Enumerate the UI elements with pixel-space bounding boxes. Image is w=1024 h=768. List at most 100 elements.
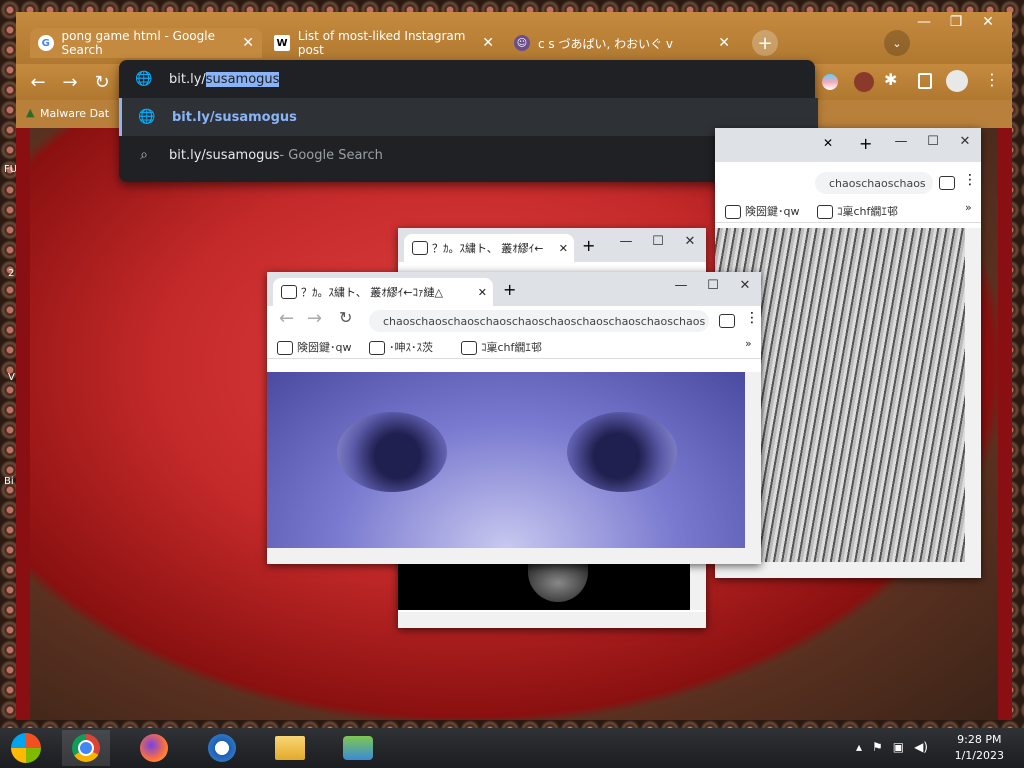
tab-label: ？ｶ。ｽ繍ト、 叢ｵ繆ｲ←	[432, 242, 544, 255]
maximize-button[interactable]: ❐	[940, 12, 972, 32]
vertical-scrollbar[interactable]	[965, 228, 981, 562]
bookmark-item[interactable]: 険圀鍵･qw	[725, 203, 799, 219]
bookmark-item[interactable]: Malware Dat	[40, 107, 109, 120]
browser-tab-strip: G pong game html - Google Search ✕ W Lis…	[16, 12, 1012, 64]
extension-icon[interactable]	[822, 74, 838, 90]
dark-sphere-image	[398, 564, 690, 610]
more-menu-icon[interactable]: ⋮	[984, 70, 1000, 89]
bookmark-item[interactable]: ･呻ｽ･ｽ茨	[369, 339, 433, 355]
tab-label: ？ｶ。ｽ繍ト、 叢ｵ繆ｲ←ｺｧ縺△	[301, 286, 443, 299]
minimize-button[interactable]: —	[908, 12, 940, 32]
show-hidden-icons-icon[interactable]: ▴	[856, 740, 862, 754]
close-icon[interactable]: ✕	[478, 286, 487, 299]
side-panel-icon[interactable]	[918, 73, 932, 89]
right-eye	[567, 412, 677, 492]
new-tab-button[interactable]: +	[582, 236, 595, 255]
face-icon	[461, 341, 477, 355]
face-icon	[369, 341, 385, 355]
address-text-selected: susamogus	[205, 71, 280, 87]
bookmark-item[interactable]: ｺ稟chf繝ｴ邨	[461, 339, 542, 355]
minimize-button[interactable]: —	[610, 228, 642, 254]
leaf-icon: ▲	[26, 106, 35, 119]
popup-tab[interactable]: ？ｶ。ｽ繍ト、 叢ｵ繆ｲ←ｺｧ縺△ ✕	[273, 278, 493, 306]
more-menu-icon[interactable]: ⋮	[745, 310, 759, 326]
face-icon	[277, 341, 293, 355]
tab-search-button[interactable]: ⌄	[884, 30, 910, 56]
back-button[interactable]: ←	[279, 308, 294, 329]
account-avatar[interactable]	[946, 70, 968, 92]
forward-button[interactable]: →	[58, 70, 82, 94]
bookmark-item[interactable]: 険圀鍵･qw	[277, 339, 351, 355]
tab-wikipedia[interactable]: W List of most-liked Instagram post ✕	[266, 28, 502, 58]
taskbar-internet-explorer[interactable]	[198, 730, 246, 766]
close-button[interactable]: ✕	[949, 128, 981, 154]
tab-anime[interactable]: ☺ c s づあぱい, わおいぐ v ✕	[506, 28, 738, 58]
popup-address-bar[interactable]: chaoschaoschaos	[815, 172, 933, 194]
anime-avatar-icon: ☺	[514, 35, 530, 51]
address-input[interactable]: 🌐 bit.ly/susamogus	[119, 60, 815, 98]
left-eye	[337, 412, 447, 492]
maximize-button[interactable]: ☐	[642, 228, 674, 254]
bookmark-item[interactable]: ｺ稟chf繝ｴ邨	[817, 203, 898, 219]
horizontal-scrollbar[interactable]	[398, 612, 706, 628]
minimize-button[interactable]: —	[885, 128, 917, 154]
chevron-right-icon[interactable]: »	[965, 201, 972, 214]
close-button[interactable]: ✕	[729, 272, 761, 298]
globe-icon: 🌐	[135, 71, 153, 87]
taskbar-file-explorer[interactable]	[266, 730, 314, 766]
google-icon: G	[38, 35, 54, 51]
more-menu-icon[interactable]: ⋮	[963, 172, 977, 188]
tab-google-search[interactable]: G pong game html - Google Search ✕	[30, 28, 262, 58]
reload-button[interactable]: ↻	[90, 70, 114, 94]
face-icon	[281, 285, 297, 299]
search-icon: ⌕	[140, 147, 148, 163]
profile-extension-icon[interactable]	[854, 72, 874, 92]
popup-window-front[interactable]: ？ｶ。ｽ繍ト、 叢ｵ繆ｲ←ｺｧ縺△ ✕ + — ☐ ✕ ← → ↻ chaosc…	[267, 272, 761, 564]
vertical-scrollbar[interactable]	[745, 372, 761, 548]
popup-tab-strip: ？ｶ。ｽ繍ト、 叢ｵ繆ｲ←ｺｧ縺△ ✕ + — ☐ ✕	[267, 272, 761, 306]
taskbar-firefox[interactable]	[130, 730, 178, 766]
system-clock[interactable]: 9:28 PM 1/1/2023	[955, 732, 1004, 764]
new-tab-button[interactable]: +	[859, 134, 872, 153]
volume-icon[interactable]: ◀)	[914, 740, 928, 754]
close-icon[interactable]: ✕	[718, 35, 730, 51]
wikipedia-icon: W	[274, 35, 290, 51]
extension-face-icon[interactable]	[719, 314, 735, 328]
puzzle-icon[interactable]: ✱	[884, 70, 897, 89]
network-icon[interactable]: ▣	[893, 740, 904, 754]
omnibox-suggestion[interactable]: ⌕ bit.ly/susamogus - Google Search	[119, 136, 815, 174]
close-icon[interactable]: ✕	[823, 136, 833, 150]
close-icon[interactable]: ✕	[482, 35, 494, 51]
popup-bookmarks-bar: 険圀鍵･qw ｺ稟chf繝ｴ邨 »	[715, 198, 981, 223]
extension-face-icon[interactable]	[939, 176, 955, 190]
desktop-label[interactable]: V	[8, 372, 15, 383]
reload-button[interactable]: ↻	[339, 308, 352, 327]
maximize-button[interactable]: ☐	[917, 128, 949, 154]
flag-icon[interactable]: ⚑	[872, 740, 883, 754]
close-button[interactable]: ✕	[674, 228, 706, 254]
new-tab-button[interactable]: +	[503, 280, 516, 299]
clock-date: 1/1/2023	[954, 749, 1004, 762]
taskbar-chrome[interactable]	[62, 730, 110, 766]
minimize-button[interactable]: —	[665, 272, 697, 298]
close-icon[interactable]: ✕	[559, 242, 568, 255]
taskbar-network-app[interactable]	[334, 730, 382, 766]
popup-tab[interactable]: ？ｶ。ｽ繍ト、 叢ｵ繆ｲ← ✕	[404, 234, 574, 262]
chevron-right-icon[interactable]: »	[745, 337, 752, 350]
new-tab-button[interactable]: +	[752, 30, 778, 56]
desktop-label[interactable]: Bi	[4, 476, 14, 487]
back-button[interactable]: ←	[26, 70, 50, 94]
windows-orb-icon	[11, 733, 41, 763]
close-icon[interactable]: ✕	[242, 35, 254, 51]
horizontal-scrollbar[interactable]	[267, 548, 761, 564]
popup-address-bar[interactable]: chaoschaoschaoschaoschaoschaoschaoschaos…	[369, 310, 709, 332]
close-button[interactable]: ✕	[972, 12, 1004, 32]
forward-button[interactable]: →	[307, 308, 322, 329]
face-icon	[817, 205, 833, 219]
omnibox-suggestion[interactable]: 🌐 bit.ly/susamogus	[119, 98, 818, 136]
horizontal-scrollbar[interactable]	[715, 562, 981, 578]
vertical-scrollbar[interactable]	[690, 564, 706, 610]
desktop-label[interactable]: 2	[8, 268, 14, 279]
maximize-button[interactable]: ☐	[697, 272, 729, 298]
start-button[interactable]	[2, 730, 50, 766]
